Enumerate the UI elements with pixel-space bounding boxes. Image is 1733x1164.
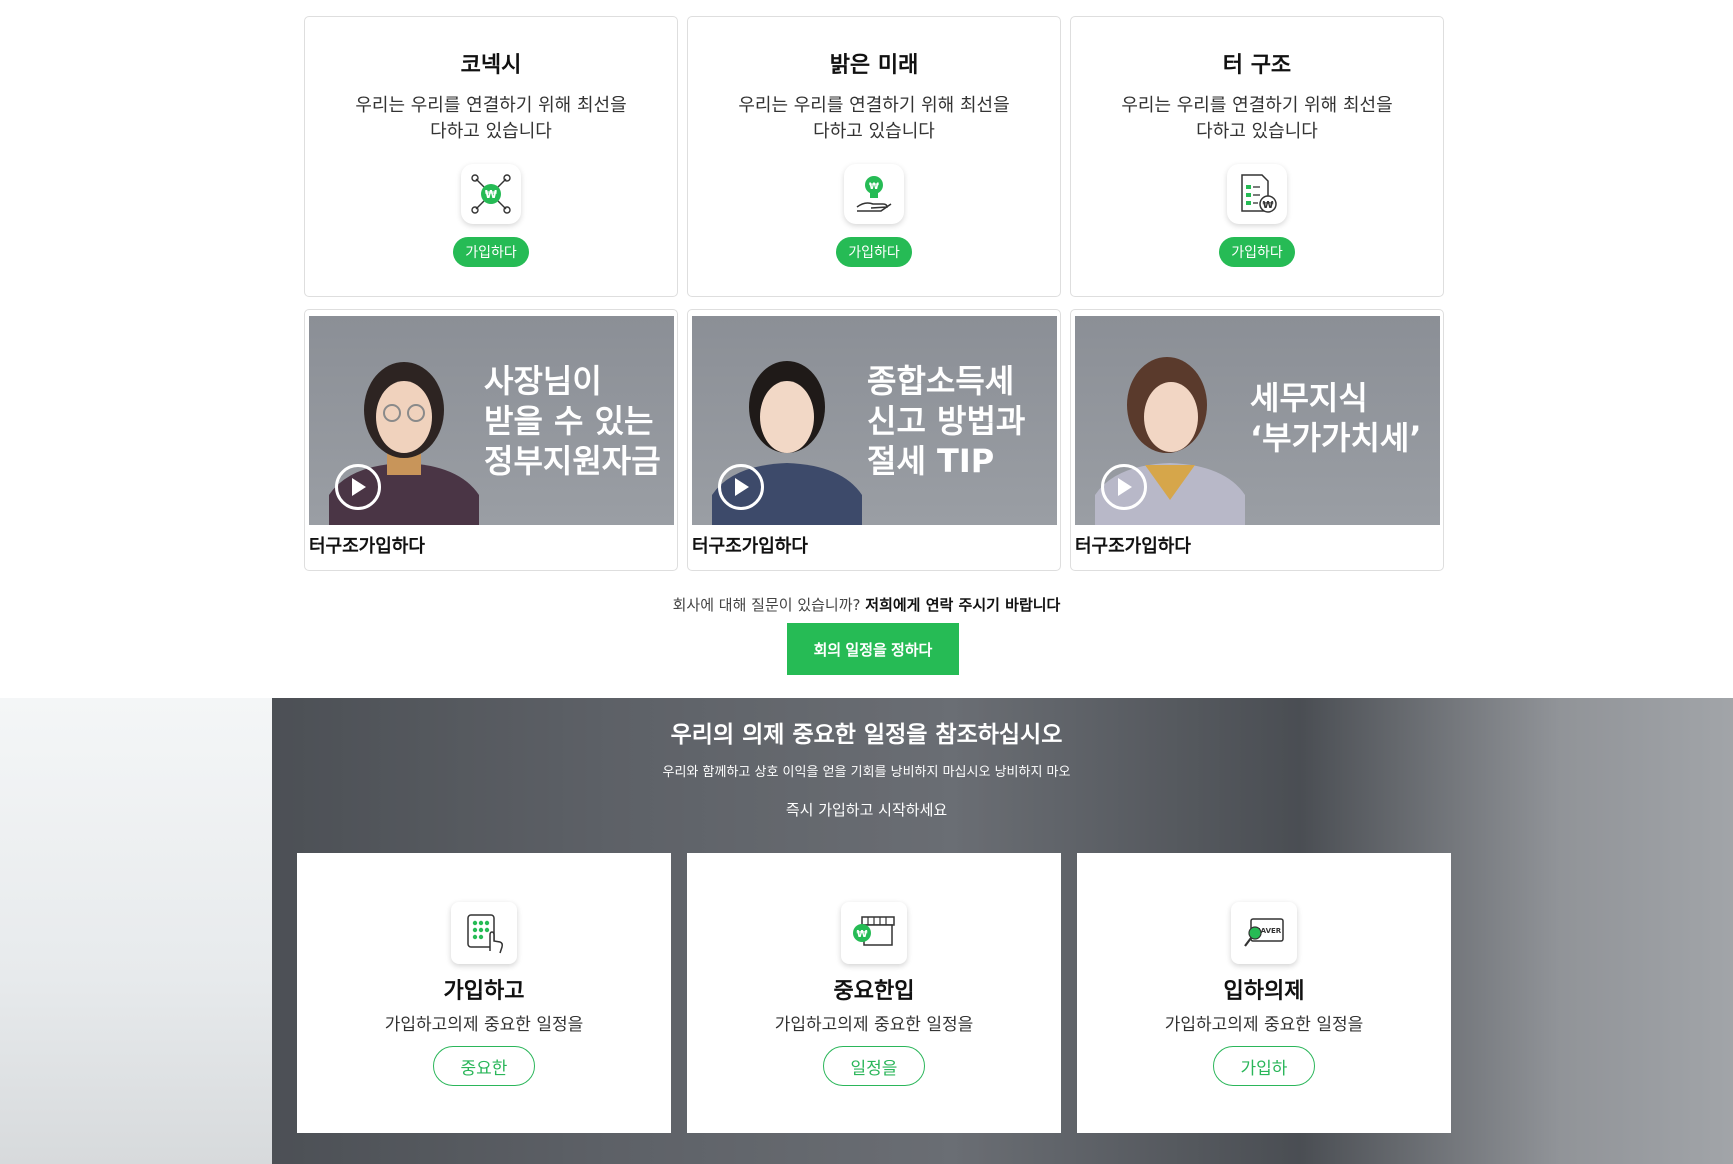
feature-title: 중요한입 (833, 979, 915, 1004)
contact-link[interactable]: 저희에게 연락 주시기 바랍니다 (865, 596, 1060, 614)
feature-card: ₩ 중요한입 가입하고의제 중요한 일정을 일정을 (687, 853, 1061, 1133)
video-headline: 사장님이 받을 수 있는 정부지원자금 (484, 362, 661, 480)
svg-text:₩: ₩ (856, 929, 867, 940)
store-won-icon: ₩ (841, 902, 907, 964)
agenda-section: 우리의 의제 중요한 일정을 참조하십시오 우리와 함께하고 상호 이익을 얻을… (0, 698, 1733, 1164)
feature-button[interactable]: 중요한 (433, 1046, 535, 1086)
svg-text:₩: ₩ (869, 182, 879, 192)
service-description: 우리는 우리를 연결하기 위해 최선을 다하고 있습니다 (355, 95, 627, 142)
video-caption[interactable]: 터구조가입하다 (309, 532, 425, 558)
feature-cards: 가입하고 가입하고의제 중요한 일정을 중요한 ₩ 중요한입 가입하고의제 중요… (297, 853, 1451, 1133)
svg-text:₩: ₩ (1262, 200, 1273, 211)
join-button[interactable]: 가입하다 (453, 237, 529, 267)
play-icon[interactable] (1101, 464, 1147, 510)
video-caption[interactable]: 터구조가입하다 (692, 532, 808, 558)
video-headline: 세무지식 ‘부가가치세’ (1250, 379, 1422, 457)
service-card: 코넥시 우리는 우리를 연결하기 위해 최선을 다하고 있습니다 ₩ 가입하다 (304, 16, 678, 297)
video-thumbnail[interactable]: 사장님이 받을 수 있는 정부지원자금 (309, 316, 674, 525)
service-title: 밝은 미래 (829, 53, 919, 78)
play-icon[interactable] (335, 464, 381, 510)
feature-button[interactable]: 일정을 (823, 1046, 925, 1086)
feature-card: 가입하고 가입하고의제 중요한 일정을 중요한 (297, 853, 671, 1133)
video-cards: 사장님이 받을 수 있는 정부지원자금 터구조가입하다 종합소득세 신고 방법과… (304, 309, 1444, 571)
feature-card: NAVER 입하의제 가입하고의제 중요한 일정을 가입하 (1077, 853, 1451, 1133)
document-won-icon: ₩ (1227, 164, 1287, 224)
feature-title: 입하의제 (1223, 979, 1305, 1004)
feature-description: 가입하고의제 중요한 일정을 (774, 1015, 974, 1035)
keypad-touch-icon (451, 902, 517, 964)
video-caption[interactable]: 터구조가입하다 (1075, 532, 1191, 558)
network-won-icon: ₩ (461, 164, 521, 224)
feature-description: 가입하고의제 중요한 일정을 (384, 1015, 584, 1035)
video-thumbnail[interactable]: 세무지식 ‘부가가치세’ (1075, 316, 1440, 525)
video-thumbnail[interactable]: 종합소득세 신고 방법과 절세 TIP (692, 316, 1057, 525)
service-title: 코넥시 (460, 53, 522, 78)
lightbulb-hand-icon: ₩ (844, 164, 904, 224)
service-title: 터 구조 (1222, 53, 1292, 78)
join-button[interactable]: 가입하다 (836, 237, 912, 267)
video-headline: 종합소득세 신고 방법과 절세 TIP (867, 362, 1026, 480)
naver-search-icon: NAVER (1231, 902, 1297, 964)
svg-text:₩: ₩ (485, 188, 497, 201)
join-button[interactable]: 가입하다 (1219, 237, 1295, 267)
play-icon[interactable] (718, 464, 764, 510)
agenda-title: 우리의 의제 중요한 일정을 참조하십시오 (670, 722, 1063, 748)
agenda-cta: 즉시 가입하고 시작하세요 (785, 801, 948, 819)
feature-button[interactable]: 가입하 (1213, 1046, 1315, 1086)
schedule-meeting-button[interactable]: 회의 일정을 정하다 (787, 623, 959, 675)
video-card[interactable]: 종합소득세 신고 방법과 절세 TIP 터구조가입하다 (687, 309, 1061, 571)
service-cards: 코넥시 우리는 우리를 연결하기 위해 최선을 다하고 있습니다 ₩ 가입하다 … (304, 16, 1444, 297)
service-card: 터 구조 우리는 우리를 연결하기 위해 최선을 다하고 있습니다 ₩ 가입하다 (1070, 16, 1444, 297)
contact-prompt: 회사에 대해 질문이 있습니까? 저희에게 연락 주시기 바랍니다 (0, 594, 1733, 615)
service-description: 우리는 우리를 연결하기 위해 최선을 다하고 있습니다 (1121, 95, 1393, 142)
feature-description: 가입하고의제 중요한 일정을 (1164, 1015, 1364, 1035)
service-card: 밝은 미래 우리는 우리를 연결하기 위해 최선을 다하고 있습니다 ₩ 가입하… (687, 16, 1061, 297)
feature-title: 가입하고 (443, 979, 525, 1004)
video-card[interactable]: 세무지식 ‘부가가치세’ 터구조가입하다 (1070, 309, 1444, 571)
video-card[interactable]: 사장님이 받을 수 있는 정부지원자금 터구조가입하다 (304, 309, 678, 571)
agenda-subtitle: 우리와 함께하고 상호 이익을 얻을 기회를 낭비하지 마십시오 낭비하지 마오 (662, 765, 1071, 780)
contact-question: 회사에 대해 질문이 있습니까? (672, 596, 861, 614)
service-description: 우리는 우리를 연결하기 위해 최선을 다하고 있습니다 (738, 95, 1010, 142)
